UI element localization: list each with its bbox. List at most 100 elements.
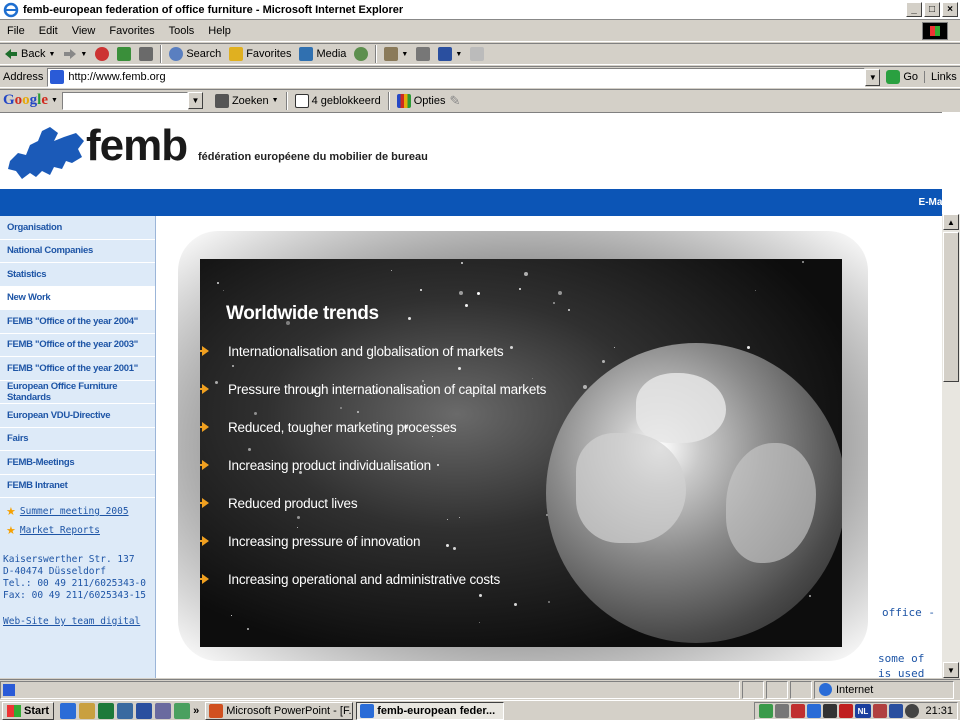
ie-icon[interactable] (60, 702, 77, 719)
google-search-dropdown[interactable]: ▼ (187, 92, 203, 109)
address-line: Fax: 00 49 211/6025343-15 (3, 590, 146, 601)
edit-button[interactable]: ▼ (434, 44, 466, 64)
menu-edit[interactable]: Edit (32, 25, 65, 37)
quick-launch: » (54, 702, 205, 719)
sidebar-link-summer-meeting[interactable]: ★ Summer meeting 2005 (0, 502, 155, 521)
print-button[interactable] (412, 44, 434, 64)
network-icon[interactable] (791, 704, 805, 718)
stop-button[interactable] (91, 44, 113, 64)
popup-blocker-button[interactable]: 4 geblokkeerd (291, 91, 385, 111)
refresh-button[interactable] (113, 44, 135, 64)
sidebar-item[interactable]: Statistics (0, 263, 155, 287)
tray-icon[interactable] (759, 704, 773, 718)
star-dot (453, 547, 456, 550)
star-dot (408, 317, 411, 320)
tray-icon[interactable] (873, 704, 887, 718)
arrow-right-icon (200, 498, 209, 508)
menu-view[interactable]: View (65, 25, 103, 37)
menu-help[interactable]: Help (201, 25, 238, 37)
sidebar-item[interactable]: European Office Furniture Standards (0, 381, 155, 404)
app-icon[interactable] (174, 702, 191, 719)
close-button[interactable]: × (942, 2, 958, 17)
star-dot (223, 290, 224, 291)
star-dot (247, 628, 249, 630)
chevron-down-icon: ▼ (48, 50, 56, 58)
globe-image (546, 343, 842, 643)
sidebar-item[interactable]: Organisation (0, 216, 155, 240)
star-dot (459, 517, 460, 518)
sidebar-item[interactable]: FEMB Intranet (0, 475, 155, 498)
volume-icon[interactable] (775, 704, 789, 718)
menu-favorites[interactable]: Favorites (102, 25, 161, 37)
star-dot (802, 261, 804, 263)
search-button[interactable]: Search (165, 44, 225, 64)
google-search-button[interactable]: Zoeken ▼ (211, 91, 283, 111)
media-button[interactable]: Media (295, 44, 350, 64)
star-dot (514, 603, 517, 606)
blocked-label: 4 geblokkeerd (311, 94, 381, 107)
sidebar-item[interactable]: FEMB "Office of the year 2004" (0, 310, 155, 334)
address-input[interactable]: http://www.femb.org (47, 67, 866, 87)
clock[interactable]: 21:31 (925, 705, 957, 717)
sidebar-item[interactable]: National Companies (0, 240, 155, 263)
maximize-button[interactable]: □ (924, 2, 940, 17)
website-credit-link[interactable]: Web-Site by team digital (0, 602, 155, 627)
tray-icon[interactable] (889, 704, 903, 718)
excel-icon[interactable] (98, 702, 115, 719)
tray-icon[interactable] (905, 704, 919, 718)
history-button[interactable] (350, 44, 372, 64)
scroll-up-button[interactable]: ▲ (943, 214, 959, 230)
chevron-down-icon: ▼ (401, 50, 409, 58)
google-logo[interactable]: Google (0, 92, 51, 109)
links-button[interactable]: Links (924, 71, 957, 83)
menu-tools[interactable]: Tools (162, 25, 202, 37)
search-icon[interactable] (79, 702, 96, 719)
contact-address: Kaiserswerther Str. 137 D-40474 Düsseldo… (0, 540, 155, 602)
outlook-icon[interactable] (117, 702, 134, 719)
taskbar-task[interactable]: Microsoft PowerPoint - [F... (205, 701, 354, 720)
menu-file[interactable]: File (0, 25, 32, 37)
google-options-button[interactable]: Opties (393, 91, 450, 111)
arrow-right-icon (200, 536, 209, 546)
email-link[interactable]: E-Mail (919, 197, 942, 208)
sidebar-item[interactable]: New Work (0, 286, 155, 310)
sidebar-nav: Organisation National Companies Statistics… (0, 216, 155, 498)
discuss-button[interactable] (466, 44, 488, 64)
mail-icon[interactable] (155, 702, 172, 719)
sidebar-link-market-reports[interactable]: ★ Market Reports (0, 521, 155, 540)
sidebar-item[interactable]: FEMB "Office of the year 2001" (0, 357, 155, 381)
star-dot (548, 601, 550, 603)
star-dot (477, 292, 480, 295)
star-dot (553, 302, 555, 304)
star-dot (215, 381, 218, 384)
pencil-icon[interactable]: ✎ (450, 93, 461, 109)
chevron-down-icon[interactable]: ▼ (51, 97, 58, 104)
start-button[interactable]: Start (2, 701, 55, 720)
star-dot (231, 615, 232, 616)
favorites-button[interactable]: Favorites (225, 44, 295, 64)
minimize-button[interactable]: _ (906, 2, 922, 17)
scroll-down-button[interactable]: ▼ (943, 662, 959, 678)
tray-icon[interactable] (807, 704, 821, 718)
taskbar-task[interactable]: femb-european feder... (356, 701, 505, 720)
sidebar-item[interactable]: FEMB-Meetings (0, 451, 155, 475)
sidebar-item[interactable]: FEMB "Office of the year 2003" (0, 334, 155, 357)
sidebar-item[interactable]: Fairs (0, 428, 155, 451)
more-icon[interactable]: » (193, 705, 199, 717)
address-dropdown-button[interactable]: ▼ (865, 68, 881, 86)
go-button[interactable]: Go (880, 70, 924, 84)
mail-button[interactable]: ▼ (380, 44, 412, 64)
site-logo[interactable]: femb (86, 121, 188, 171)
antivirus-icon[interactable] (823, 704, 837, 718)
back-button[interactable]: Back ▼ (0, 44, 59, 64)
adobe-icon[interactable] (839, 704, 853, 718)
google-search-input[interactable] (61, 91, 188, 110)
language-indicator[interactable]: NL (855, 704, 871, 718)
forward-button[interactable]: ▼ (59, 44, 91, 64)
toolbar-separator (375, 45, 378, 63)
scroll-thumb[interactable] (943, 232, 959, 382)
sidebar-item[interactable]: European VDU-Directive (0, 404, 155, 428)
vertical-scrollbar[interactable]: ▲ ▼ (942, 214, 960, 678)
home-button[interactable] (135, 44, 157, 64)
word-icon[interactable] (136, 702, 153, 719)
